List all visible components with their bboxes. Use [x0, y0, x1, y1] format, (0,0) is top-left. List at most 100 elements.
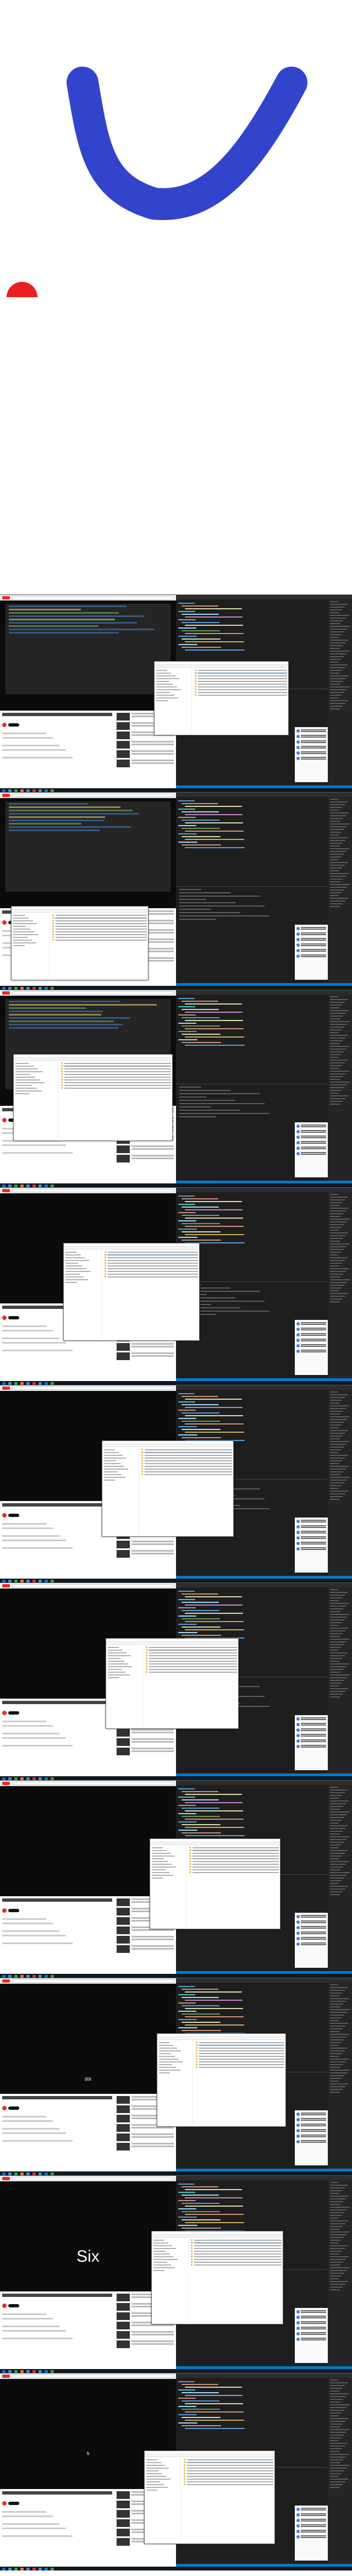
sidebar-file-item[interactable] — [330, 1685, 339, 1687]
file-explorer-window[interactable] — [102, 1440, 234, 1537]
sidebar-file-item[interactable] — [330, 2193, 339, 2194]
sidebar-file-item[interactable] — [330, 1480, 347, 1481]
nav-item[interactable] — [146, 2473, 162, 2474]
nav-item[interactable] — [159, 2042, 169, 2043]
taskbar-app-icon[interactable] — [26, 1975, 30, 1978]
file-row[interactable] — [52, 939, 147, 941]
sidebar-file-item[interactable] — [330, 892, 342, 893]
sidebar-file-item[interactable] — [330, 1257, 348, 1258]
nav-item[interactable] — [108, 1650, 123, 1651]
nav-item[interactable] — [104, 1466, 124, 1467]
file-row[interactable] — [146, 1668, 237, 1670]
video-player[interactable] — [0, 798, 176, 908]
sidebar-file-item[interactable] — [330, 2437, 341, 2438]
related-video-item[interactable] — [117, 741, 174, 749]
sidebar-file-item[interactable] — [330, 1068, 339, 1069]
sidebar-file-item[interactable] — [330, 708, 340, 710]
file-explorer-sidebar[interactable] — [328, 797, 352, 984]
nav-item[interactable] — [104, 1469, 128, 1470]
sidebar-file-item[interactable] — [330, 829, 344, 830]
sidebar-file-item[interactable] — [330, 1290, 339, 1291]
sidebar-file-item[interactable] — [330, 1027, 344, 1028]
file-row[interactable] — [191, 2239, 282, 2241]
sidebar-file-item[interactable] — [330, 859, 338, 860]
nav-item[interactable] — [153, 2245, 172, 2246]
file-row[interactable] — [189, 1847, 279, 1848]
sidebar-file-item[interactable] — [330, 1688, 348, 1689]
file-explorer-window[interactable] — [11, 906, 148, 980]
sidebar-file-item[interactable] — [330, 2081, 339, 2082]
nav-item[interactable] — [13, 915, 25, 916]
taskbar-app-icon[interactable] — [2, 1185, 6, 1187]
sidebar-file-item[interactable] — [330, 1861, 349, 1862]
nav-item[interactable] — [108, 1666, 132, 1667]
file-row[interactable] — [146, 1657, 237, 1659]
taskbar-app-icon[interactable] — [45, 1382, 48, 1385]
sidebar-file-item[interactable] — [330, 1199, 345, 1200]
nav-item[interactable] — [153, 2270, 164, 2271]
file-row[interactable] — [52, 923, 147, 924]
nav-item[interactable] — [153, 2262, 167, 2263]
sidebar-file-item[interactable] — [330, 2017, 342, 2018]
sidebar-file-item[interactable] — [330, 1293, 348, 1294]
sidebar-file-item[interactable] — [330, 1474, 340, 1475]
sidebar-file-item[interactable] — [330, 1271, 346, 1272]
code-editor[interactable] — [178, 1986, 288, 2035]
explorer-file-list[interactable] — [52, 913, 147, 942]
youtube-logo-icon[interactable] — [2, 1189, 10, 1192]
sidebar-file-item[interactable] — [330, 2215, 342, 2216]
explorer-nav-pane[interactable] — [12, 913, 50, 978]
taskbar-app-icon[interactable] — [51, 2568, 54, 2570]
file-row[interactable] — [141, 1462, 232, 1464]
taskbar-app-icon[interactable] — [14, 1382, 18, 1385]
sidebar-file-item[interactable] — [330, 1043, 340, 1044]
nav-item[interactable] — [15, 1077, 35, 1078]
sidebar-file-item[interactable] — [330, 2034, 349, 2035]
nav-item[interactable] — [146, 2470, 158, 2471]
sidebar-file-item[interactable] — [330, 1639, 349, 1640]
sidebar-file-item[interactable] — [330, 2028, 343, 2029]
sidebar-file-item[interactable] — [330, 1636, 340, 1637]
sidebar-file-item[interactable] — [330, 2037, 346, 2038]
nav-item[interactable] — [146, 2479, 170, 2480]
sidebar-file-item[interactable] — [330, 686, 350, 687]
sidebar-file-item[interactable] — [330, 1397, 345, 1398]
sidebar-file-item[interactable] — [330, 1858, 339, 1859]
sidebar-file-item[interactable] — [330, 834, 339, 836]
sidebar-file-item[interactable] — [330, 2275, 342, 2277]
file-row[interactable] — [184, 2475, 273, 2477]
sidebar-file-item[interactable] — [330, 684, 340, 685]
sidebar-file-item[interactable] — [330, 1252, 341, 1253]
related-video-item[interactable] — [117, 760, 174, 767]
file-row[interactable] — [141, 1468, 232, 1470]
nav-item[interactable] — [152, 1847, 163, 1848]
file-row[interactable] — [105, 1276, 198, 1278]
sidebar-file-item[interactable] — [330, 1995, 339, 1996]
sidebar-file-item[interactable] — [330, 2012, 347, 2013]
file-row[interactable] — [191, 2250, 282, 2252]
sidebar-file-item[interactable] — [330, 2053, 342, 2054]
related-video-item[interactable] — [117, 1945, 174, 1953]
file-row[interactable] — [196, 2050, 284, 2051]
nav-item[interactable] — [65, 1268, 86, 1269]
sidebar-file-item[interactable] — [330, 637, 339, 638]
sidebar-file-item[interactable] — [330, 1661, 339, 1662]
taskbar-app-icon[interactable] — [26, 987, 30, 990]
sidebar-file-item[interactable] — [330, 662, 338, 663]
explorer-file-list[interactable] — [195, 668, 287, 697]
explorer-nav-pane[interactable] — [152, 2238, 189, 2322]
sidebar-file-item[interactable] — [330, 1427, 339, 1428]
related-video-item[interactable] — [117, 1550, 174, 1558]
sidebar-file-item[interactable] — [330, 2006, 340, 2007]
sidebar-file-item[interactable] — [330, 1246, 346, 1247]
sidebar-file-item[interactable] — [330, 1444, 346, 1445]
sidebar-file-item[interactable] — [330, 1482, 344, 1483]
sidebar-file-item[interactable] — [330, 1872, 350, 1873]
sidebar-file-item[interactable] — [330, 2457, 346, 2458]
taskbar-app-icon[interactable] — [51, 1777, 54, 1780]
taskbar-app-icon[interactable] — [8, 2568, 12, 2570]
explorer-nav-pane[interactable] — [102, 1448, 139, 1534]
file-row[interactable] — [196, 2044, 284, 2046]
sidebar-file-item[interactable] — [330, 1104, 340, 1105]
taskbar-app-icon[interactable] — [38, 1777, 42, 1780]
